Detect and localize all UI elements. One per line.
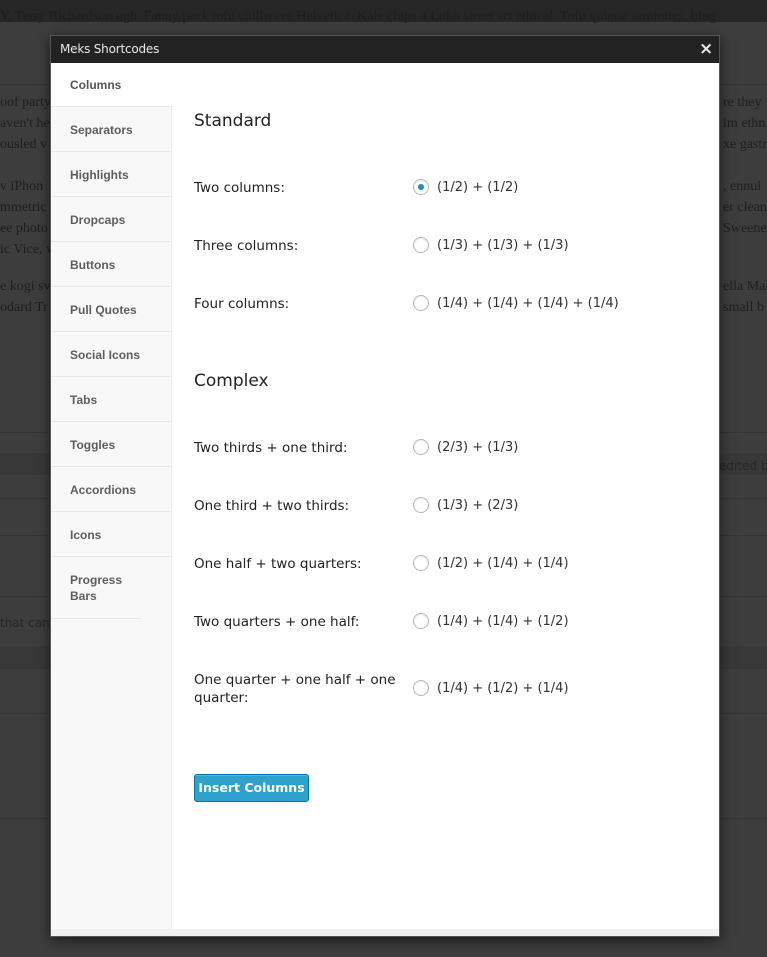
radio-option[interactable]: (1/4) + (1/4) + (1/4) + (1/4): [413, 295, 619, 311]
option-value: (1/4) + (1/2) + (1/4): [437, 680, 569, 696]
sidebar-item-buttons[interactable]: Buttons: [51, 242, 171, 287]
background-text-line: ic Vice, v: [0, 242, 53, 257]
section-title-complex: Complex: [194, 371, 269, 391]
insert-columns-button[interactable]: Insert Columns: [194, 774, 309, 802]
sidebar-item-pull-quotes[interactable]: Pull Quotes: [51, 287, 171, 332]
radio-option[interactable]: (1/2) + (1/4) + (1/4): [413, 555, 569, 571]
radio-button[interactable]: [413, 295, 429, 311]
option-value: (2/3) + (1/3): [437, 439, 519, 455]
sidebar-item-separators[interactable]: Separators: [51, 107, 171, 152]
option-value: (1/2) + (1/4) + (1/4): [437, 555, 569, 571]
radio-button[interactable]: [413, 237, 429, 253]
shortcode-sidebar: Columns Separators Highlights Dropcaps B…: [51, 63, 172, 929]
radio-button[interactable]: [413, 613, 429, 629]
background-side-text: edited by: [719, 459, 767, 473]
option-label: Four columns:: [194, 296, 290, 312]
sidebar-item-icons[interactable]: Icons: [51, 512, 171, 557]
option-label: Three columns:: [194, 238, 299, 254]
background-text-line: Y, Terry Richardson ugh. Fanny pack tofu…: [0, 9, 716, 24]
option-label: One quarter + one half + one quarter:: [194, 672, 396, 706]
option-value: (1/3) + (2/3): [437, 497, 519, 513]
background-text-line: Sweeney: [723, 221, 767, 236]
background-side-text: that can: [0, 616, 50, 630]
option-label: One half + two quarters:: [194, 556, 362, 572]
sidebar-item-columns[interactable]: Columns: [51, 63, 172, 107]
sidebar-item-highlights[interactable]: Highlights: [51, 152, 171, 197]
sidebar-item-tabs[interactable]: Tabs: [51, 377, 171, 422]
radio-button[interactable]: [413, 497, 429, 513]
section-title-standard: Standard: [194, 111, 272, 131]
radio-option[interactable]: (2/3) + (1/3): [413, 439, 518, 455]
option-label: Two thirds + one third:: [194, 440, 348, 456]
sidebar-item-accordions[interactable]: Accordions: [51, 467, 171, 512]
option-value: (1/2) + (1/2): [437, 179, 519, 195]
background-text-line: xe gastr: [723, 137, 767, 152]
sidebar-item-toggles[interactable]: Toggles: [51, 422, 171, 467]
sidebar-item-progress-bars[interactable]: Progress Bars: [51, 557, 141, 619]
radio-button[interactable]: [413, 555, 429, 571]
radio-option[interactable]: (1/3) + (1/3) + (1/3): [413, 237, 569, 253]
modal-title: Meks Shortcodes: [60, 42, 160, 56]
modal-body: Columns Separators Highlights Dropcaps B…: [51, 63, 719, 929]
option-value: (1/3) + (1/3) + (1/3): [437, 237, 569, 253]
radio-option[interactable]: (1/3) + (2/3): [413, 497, 518, 513]
radio-button[interactable]: [413, 179, 429, 195]
option-label: Two columns:: [194, 180, 285, 196]
radio-button[interactable]: [413, 680, 429, 696]
modal-header: Meks Shortcodes ×: [51, 36, 719, 63]
background-text-line: ousled v: [0, 137, 48, 152]
background-text-line: small b: [723, 300, 764, 315]
background-text-line: odard Tr: [0, 300, 48, 315]
close-icon[interactable]: ×: [698, 40, 714, 58]
option-label: Two quarters + one half:: [194, 614, 360, 630]
option-value: (1/4) + (1/4) + (1/4) + (1/4): [437, 295, 619, 311]
modal-footer: [51, 929, 719, 936]
radio-button[interactable]: [413, 439, 429, 455]
sidebar-item-dropcaps[interactable]: Dropcaps: [51, 197, 171, 242]
radio-option[interactable]: (1/2) + (1/2): [413, 179, 518, 195]
option-value: (1/4) + (1/4) + (1/2): [437, 613, 569, 629]
radio-option[interactable]: (1/4) + (1/2) + (1/4): [413, 680, 569, 696]
columns-panel: Standard Two columns: (1/2) + (1/2) Thre…: [173, 63, 719, 929]
sidebar-item-social-icons[interactable]: Social Icons: [51, 332, 171, 377]
option-label: One third + two thirds:: [194, 498, 350, 514]
shortcodes-modal: Meks Shortcodes × Columns Separators Hig…: [50, 35, 720, 937]
radio-option[interactable]: (1/4) + (1/4) + (1/2): [413, 613, 569, 629]
